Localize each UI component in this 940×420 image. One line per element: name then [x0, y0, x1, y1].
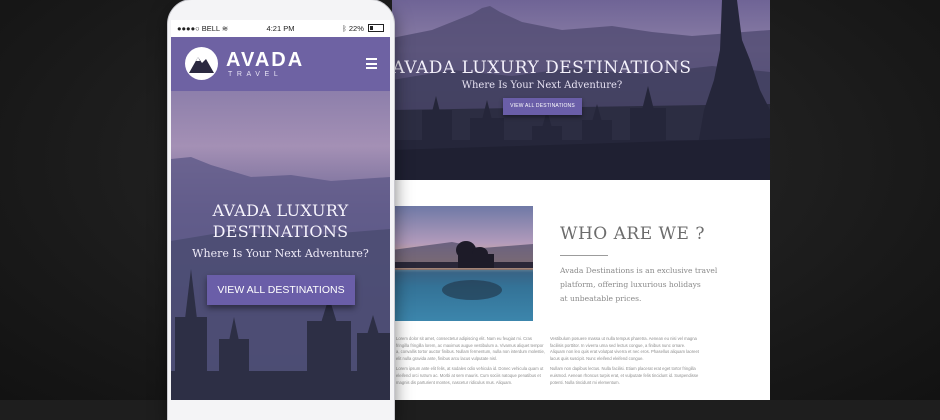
hamburger-menu-icon[interactable]	[366, 58, 377, 72]
paragraph: Lorem dolor sit amet, consectetur adipis…	[396, 336, 545, 361]
site-header: AVADA TRAVEL	[171, 37, 390, 91]
phone-mockup: ●●●●○ BELL ≋ 4:21 PM ᛒ 22% AVADA TRAVEL	[168, 0, 394, 420]
about-text-line: Avada Destinations is an exclusive trave…	[560, 266, 718, 275]
paragraph: Vestibulum posuere massa ut nulla tempus…	[550, 336, 699, 361]
about-text-line: platform, offering luxurious holidays	[560, 280, 701, 289]
battery-percent: 22%	[348, 24, 364, 33]
desktop-page: AVADA LUXURY DESTINATIONS Where Is Your …	[392, 0, 770, 400]
about-text: Avada Destinations is an exclusive trave…	[560, 264, 725, 306]
infinity-pool-photo	[392, 206, 533, 321]
bluetooth-icon: ᛒ	[342, 24, 347, 33]
brand-name[interactable]: AVADA	[226, 49, 304, 72]
paragraph: Nullam non dapibus lectus. Nulla facilis…	[550, 366, 699, 385]
desktop-hero: AVADA LUXURY DESTINATIONS Where Is Your …	[392, 0, 770, 180]
desktop-hero-title: AVADA LUXURY DESTINATIONS	[392, 58, 692, 78]
phone-screen: ●●●●○ BELL ≋ 4:21 PM ᛒ 22% AVADA TRAVEL	[171, 20, 390, 400]
mobile-hero-subtitle: Where Is Your Next Adventure?	[192, 247, 369, 260]
mobile-hero: AVADA LUXURY DESTINATIONS Where Is Your …	[171, 91, 390, 400]
mobile-hero-landscape-image	[171, 157, 390, 400]
desktop-hero-subtitle: Where Is Your Next Adventure?	[461, 80, 623, 91]
text-column-left: Lorem dolor sit amet, consectetur adipis…	[396, 336, 546, 390]
who-are-we-heading: WHO ARE WE ?	[560, 224, 705, 244]
desktop-view-destinations-button[interactable]: VIEW ALL DESTINATIONS	[503, 98, 582, 115]
pool-scene-image	[392, 241, 533, 321]
paragraph: Lorem ipsum ante elit felis, at sodales …	[396, 366, 544, 385]
text-column-right: Vestibulum posuere massa ut nulla tempus…	[550, 336, 700, 390]
mobile-hero-title-line1: AVADA LUXURY	[212, 201, 349, 220]
status-bar: ●●●●○ BELL ≋ 4:21 PM ᛒ 22%	[171, 20, 390, 37]
mobile-hero-title-line2: DESTINATIONS	[212, 222, 349, 241]
mobile-view-destinations-button[interactable]: VIEW ALL DESTINATIONS	[207, 275, 355, 305]
mountain-logo-icon[interactable]	[185, 47, 218, 80]
heading-divider	[560, 255, 608, 256]
battery-status: ᛒ 22%	[342, 20, 384, 37]
about-text-line: at unbeatable prices.	[560, 294, 642, 303]
brand-tagline: TRAVEL	[228, 71, 283, 78]
battery-icon	[368, 24, 384, 32]
